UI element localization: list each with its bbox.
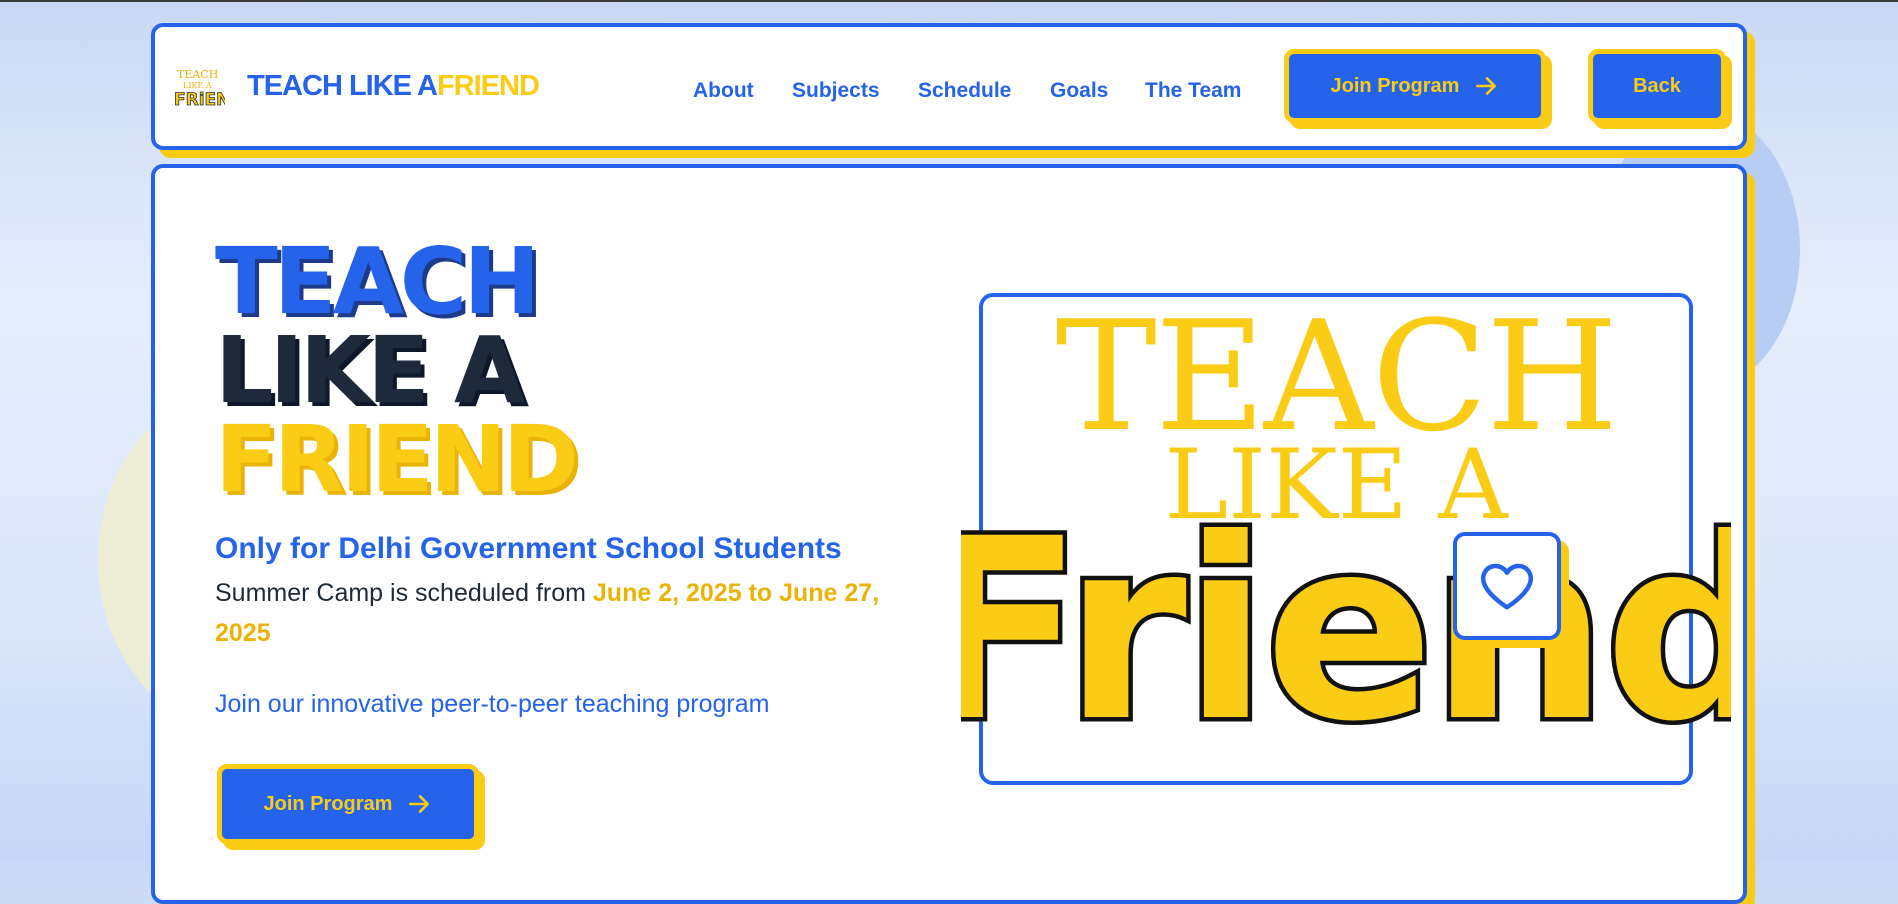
hero-subtitle: Only for Delhi Government School Student…: [215, 532, 842, 565]
nav-link-about[interactable]: About: [693, 79, 754, 103]
hero-join-program-button[interactable]: Join Program: [217, 764, 479, 844]
hero-title-line1: TEACH: [215, 228, 540, 335]
back-button[interactable]: Back: [1588, 49, 1726, 123]
cta-label: Join Program: [263, 792, 393, 815]
schedule-text: Summer Camp is scheduled from June 2, 20…: [215, 573, 935, 653]
favorite-button[interactable]: [1453, 532, 1561, 640]
schedule-prefix: Summer Camp is scheduled from: [215, 579, 593, 607]
arrow-right-icon: [1476, 77, 1497, 95]
nav-link-subjects[interactable]: Subjects: [792, 79, 880, 103]
nav-link-the-team[interactable]: The Team: [1145, 79, 1241, 103]
brand-name-part2: FRIEND: [436, 70, 540, 102]
art-word-friend: Friend: [961, 517, 1731, 757]
site-header: TEACH LIKE A FRiENd TEACH LIKE AFRIEND A…: [151, 23, 1747, 150]
art-friend-outline: Friend: [961, 517, 1731, 757]
back-label: Back: [1633, 74, 1681, 97]
join-program-label: Join Program: [1330, 74, 1460, 97]
window-top-border: [0, 0, 1898, 2]
svg-text:FRiENd: FRiENd: [174, 90, 225, 109]
arrow-right-icon: [409, 795, 430, 813]
logo-icon[interactable]: TEACH LIKE A FRiENd: [173, 67, 225, 109]
nav-link-schedule[interactable]: Schedule: [918, 79, 1011, 103]
nav-link-goals[interactable]: Goals: [1050, 79, 1108, 103]
hero-title-line2: LIKE A: [215, 317, 525, 424]
brand-name[interactable]: TEACH LIKE AFRIEND: [247, 70, 540, 103]
header-join-program-button[interactable]: Join Program: [1284, 49, 1546, 123]
hero-title-line3: FRIEND: [215, 406, 579, 513]
svg-text:TEACH: TEACH: [177, 68, 218, 81]
heart-icon: [1481, 563, 1533, 610]
hero-tagline: Join our innovative peer-to-peer teachin…: [215, 690, 770, 718]
svg-text:LIKE A: LIKE A: [183, 81, 212, 90]
hero-image-frame: TEACH LIKE A Friend: [961, 293, 1731, 785]
brand-name-part1: TEACH LIKE A: [247, 70, 438, 102]
